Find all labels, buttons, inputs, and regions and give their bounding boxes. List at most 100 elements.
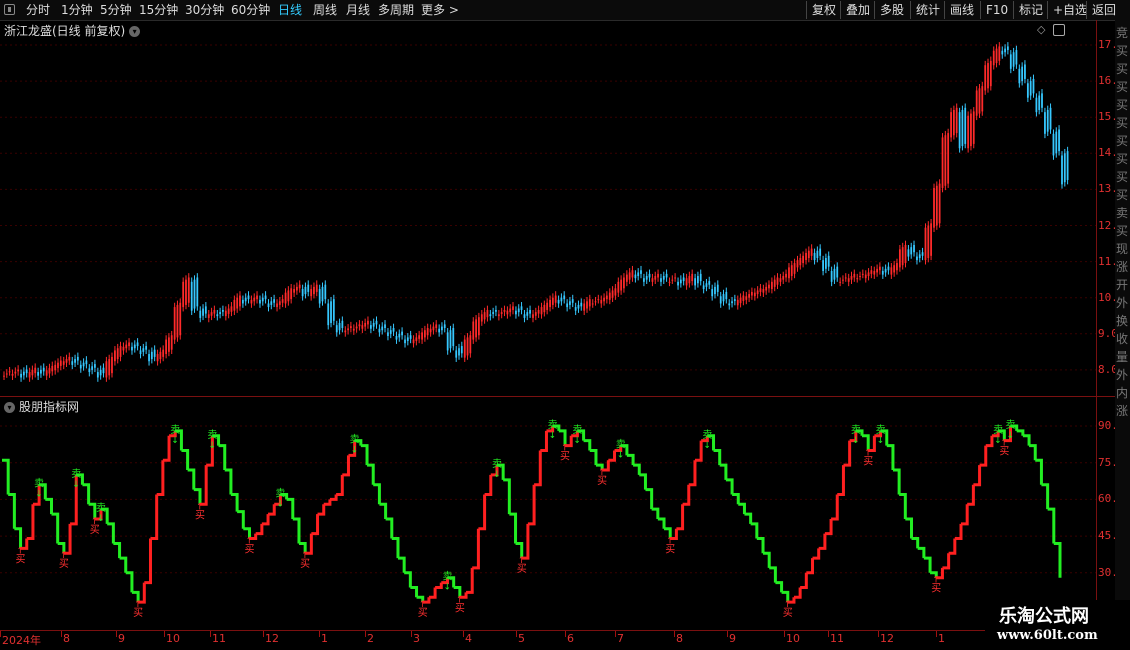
candle-body [108, 359, 111, 376]
date-axis-label: 8 [676, 632, 683, 645]
indicator-step [694, 440, 703, 462]
period-tab[interactable]: 1分钟 [61, 2, 93, 18]
side-strip-char: 收 [1116, 332, 1129, 346]
candle-body [17, 369, 20, 372]
candle-body [409, 335, 412, 339]
candle-body [1052, 133, 1055, 156]
candle-body [381, 326, 384, 331]
candle-body [816, 250, 819, 258]
candle-body [68, 356, 71, 361]
candle-body [987, 63, 989, 89]
indicator-step [410, 585, 419, 598]
side-strip-char: 买 [1116, 62, 1129, 76]
toolbar-action-button[interactable]: 画线 [944, 1, 979, 19]
candle-body [591, 303, 594, 305]
candle-body [648, 273, 651, 278]
toolbar-action-button[interactable]: 多股 [874, 1, 909, 19]
candle-body [455, 350, 458, 358]
indicator-step [484, 474, 493, 497]
candle-body [358, 324, 361, 327]
indicator-step [311, 514, 320, 536]
sell-arrow: ↓ [97, 514, 105, 524]
toolbar-action-button[interactable]: 统计 [910, 1, 945, 19]
candle-body [375, 320, 378, 325]
candle-body [500, 312, 503, 314]
period-tab[interactable]: 30分钟 [185, 2, 224, 18]
candle-body [557, 299, 560, 304]
period-tab[interactable]: 60分钟 [231, 2, 270, 18]
candle-body [608, 292, 611, 300]
candle-body [728, 303, 731, 306]
indicator-step [336, 474, 344, 497]
indicator-step [26, 504, 35, 541]
indicator-step [435, 582, 443, 589]
candle-body [702, 285, 705, 290]
candle-body [645, 276, 648, 280]
indicator-step [756, 537, 765, 554]
indicator-step [261, 514, 270, 526]
candle-body [950, 112, 952, 138]
candle-body [273, 299, 275, 303]
indicator-step [540, 430, 548, 452]
toolbar-action-button[interactable]: 叠加 [840, 1, 875, 19]
candle-body [711, 289, 714, 297]
candle-body [1066, 151, 1069, 181]
candle-body [682, 277, 685, 282]
sell-arrow: ↓ [351, 446, 359, 456]
candle-body [1021, 66, 1024, 82]
candle-body [827, 255, 830, 267]
candle-body [159, 351, 162, 360]
date-tick [828, 631, 829, 637]
indicator-step [719, 463, 728, 480]
candle-body [290, 288, 293, 300]
period-tab[interactable]: 日线 [278, 2, 302, 18]
date-axis-label: 9 [729, 632, 736, 645]
menu-icon[interactable] [4, 4, 15, 15]
indicator-step [404, 571, 412, 588]
toolbar-action-button[interactable]: 标记 [1013, 1, 1048, 19]
period-tab[interactable]: 周线 [313, 2, 337, 18]
toolbar-action-button[interactable]: F10 [980, 1, 1013, 19]
candle-body [603, 297, 605, 302]
indicator-step [626, 453, 635, 466]
period-tab[interactable]: 分时 [26, 2, 50, 18]
indicator-step [775, 581, 784, 593]
price-chart[interactable] [0, 20, 1096, 396]
candle-body [930, 223, 932, 256]
toolbar-action-button[interactable]: 复权 [806, 1, 841, 19]
candle-body [836, 266, 839, 278]
period-tab[interactable]: 15分钟 [139, 2, 178, 18]
date-tick [210, 631, 211, 637]
candle-body [418, 335, 421, 339]
candle-body [844, 277, 847, 279]
candle-body [921, 252, 924, 256]
candle-body [1035, 97, 1038, 113]
candle-body [1001, 50, 1004, 55]
toolbar-action-button[interactable]: 返回 [1086, 1, 1121, 19]
candle-body [1038, 95, 1041, 110]
period-tab[interactable]: 5分钟 [100, 2, 132, 18]
candle-body [128, 342, 130, 347]
candle-body [694, 278, 697, 286]
indicator-chart[interactable]: 买↑卖↓买↑卖↓买↑卖↓买↑卖↓买↑卖↓买↑卖↓买↑卖↓买↑卖↓买↑卖↓买↑卖↓… [0, 412, 1096, 630]
candle-body [771, 281, 773, 290]
candle-body [54, 364, 57, 371]
candle-body [1058, 129, 1060, 152]
indicator-step [763, 551, 771, 568]
period-tab[interactable]: 多周期 [378, 2, 414, 18]
date-axis-label: 12 [265, 632, 279, 645]
period-tab[interactable]: 月线 [346, 2, 370, 18]
candle-body [665, 273, 668, 278]
candle-body [947, 133, 950, 184]
side-strip-char: 买 [1116, 188, 1129, 202]
candle-body [509, 308, 512, 313]
period-tab[interactable]: 更多 > [421, 2, 459, 18]
indicator-step [162, 435, 171, 462]
candle-body [1009, 54, 1012, 69]
axis-divider [1096, 20, 1097, 650]
sell-arrow: ↓ [703, 441, 711, 451]
candle-body [295, 286, 298, 291]
candle-body [179, 302, 182, 336]
candle-body [822, 260, 824, 271]
candle-body [247, 295, 250, 300]
